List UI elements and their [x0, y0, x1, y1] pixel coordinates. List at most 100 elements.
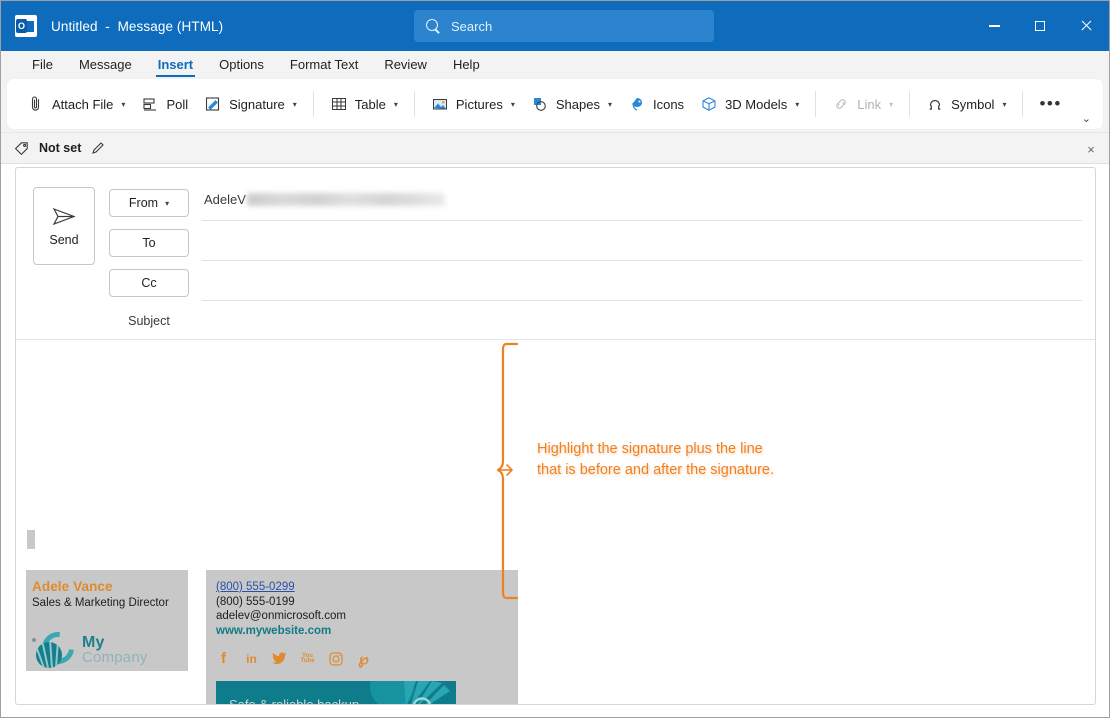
ribbon-shapes-label: Shapes [555, 96, 600, 112]
pictures-icon [431, 95, 449, 113]
search-placeholder: Search [451, 18, 493, 34]
close-button[interactable] [1063, 1, 1109, 51]
pencil-icon[interactable] [89, 139, 107, 157]
linkedin-icon[interactable]: in [244, 651, 259, 666]
cc-button-label: Cc [141, 276, 157, 290]
banner-decoration [370, 681, 450, 704]
to-field-underline [202, 260, 1082, 261]
signature-icon [204, 95, 222, 113]
chevron-down-icon: ▾ [1002, 99, 1007, 109]
ribbon-poll[interactable]: Poll [133, 90, 196, 118]
ribbon-3d-models[interactable]: 3D Models ▾ [692, 90, 807, 118]
sensitivity-close-button[interactable]: × [1083, 141, 1099, 157]
from-field[interactable]: AdeleV [204, 192, 445, 207]
search-icon [426, 18, 441, 34]
maximize-button[interactable] [1017, 1, 1063, 51]
company-logo: My Company [32, 625, 188, 671]
ribbon-attach-file[interactable]: Attach File ▾ [19, 90, 133, 118]
annotation-brace-icon [497, 342, 519, 600]
tab-format-text[interactable]: Format Text [277, 51, 371, 79]
compose-panel: Send From ▾ To Cc Subject AdeleV Adele V… [15, 167, 1096, 705]
facebook-icon[interactable]: f [216, 650, 231, 667]
send-button-label: Send [49, 232, 79, 247]
tab-options[interactable]: Options [206, 51, 277, 79]
signature-website[interactable]: www.mywebsite.com [216, 624, 518, 639]
send-button[interactable]: Send [33, 187, 95, 265]
chevron-down-icon: ▾ [393, 99, 398, 109]
sensitivity-label: Not set [39, 141, 82, 155]
send-arrow-icon [51, 206, 77, 228]
chevron-down-icon: ▾ [292, 99, 297, 109]
tab-file[interactable]: File [19, 51, 66, 79]
sensitivity-bar: Not set × [1, 132, 1109, 164]
to-button-label: To [142, 236, 156, 250]
shapes-icon [531, 95, 549, 113]
ribbon-separator [1022, 91, 1024, 117]
ribbon-icons-label: Icons [652, 96, 685, 112]
ribbon-poll-label: Poll [166, 96, 189, 112]
ribbon: Attach File ▾ Poll Signature ▾ Table ▾ P… [7, 79, 1103, 129]
window-title: Untitled - Message (HTML) [51, 18, 224, 34]
symbol-icon [926, 95, 944, 113]
signature-job-title: Sales & Marketing Director [32, 597, 169, 609]
ribbon-pictures[interactable]: Pictures ▾ [423, 90, 523, 118]
to-button[interactable]: To [109, 229, 189, 257]
signature-phone-primary[interactable]: (800) 555-0299 [216, 580, 518, 595]
ribbon-separator [909, 91, 911, 117]
cc-button[interactable]: Cc [109, 269, 189, 297]
ribbon-symbol[interactable]: Symbol ▾ [918, 90, 1014, 118]
tab-review[interactable]: Review [371, 51, 440, 79]
chevron-down-icon: ▾ [889, 99, 894, 109]
paperclip-icon [27, 95, 45, 113]
from-button[interactable]: From ▾ [109, 189, 189, 217]
youtube-icon[interactable]: You Tube [300, 651, 315, 666]
table-icon [330, 95, 348, 113]
company-logo-mark-icon [32, 625, 81, 671]
compose-header: Send From ▾ To Cc Subject AdeleV [16, 168, 1095, 340]
signature-banner-image: Safe & reliable backup We protect your b… [216, 681, 456, 704]
signature-name: Adele Vance [32, 579, 113, 594]
ribbon-table[interactable]: Table ▾ [322, 90, 406, 118]
ribbon-link-label: Link [857, 96, 882, 112]
ribbon-overflow-button[interactable]: ••• [1031, 94, 1069, 114]
search-input[interactable]: Search [414, 10, 714, 42]
selection-marker-before [27, 530, 35, 549]
signature-identity-block: Adele Vance Sales & Marketing Director M… [26, 570, 188, 671]
instagram-icon[interactable] [328, 651, 343, 666]
annotation-text: Highlight the signature plus the line th… [537, 441, 774, 478]
ribbon-overflow-label: ••• [1039, 94, 1062, 113]
tag-icon [13, 139, 31, 157]
cc-field-underline [202, 300, 1082, 301]
ribbon-shapes[interactable]: Shapes ▾ [523, 90, 620, 118]
ribbon-signature[interactable]: Signature ▾ [196, 90, 305, 118]
ribbon-background: Attach File ▾ Poll Signature ▾ Table ▾ P… [1, 79, 1109, 132]
signature-social-links: f in You Tube ℘ [216, 650, 518, 668]
chevron-down-icon: ▾ [607, 99, 612, 109]
ribbon-link[interactable]: Link ▾ [824, 90, 901, 118]
chevron-down-icon: ▾ [121, 99, 126, 109]
3d-models-icon [700, 95, 718, 113]
tab-message[interactable]: Message [66, 51, 145, 79]
title-bar: O Untitled - Message (HTML) Search [1, 1, 1109, 51]
signature-phone-secondary: (800) 555-0199 [216, 595, 295, 608]
twitter-icon[interactable] [272, 651, 287, 666]
tab-help[interactable]: Help [440, 51, 493, 79]
pinterest-icon[interactable]: ℘ [356, 651, 371, 668]
ribbon-separator [413, 91, 415, 117]
ribbon-collapse-button[interactable]: ⌄ [1082, 112, 1091, 125]
ribbon-table-label: Table [354, 96, 386, 112]
tab-insert[interactable]: Insert [145, 51, 206, 79]
from-button-label: From [128, 196, 159, 210]
ribbon-icons[interactable]: Icons [620, 90, 692, 118]
minimize-button[interactable] [971, 1, 1017, 51]
subject-label: Subject [128, 314, 170, 328]
outlook-icon: O [15, 15, 37, 37]
window-controls [971, 1, 1109, 51]
outlook-compose-window: O Untitled - Message (HTML) Search File … [0, 0, 1110, 718]
link-icon [832, 95, 850, 113]
logo-company-text: Company [82, 649, 148, 666]
message-body[interactable]: Adele Vance Sales & Marketing Director M… [16, 340, 1095, 704]
ribbon-separator [312, 91, 314, 117]
chevron-down-icon: ▾ [165, 198, 170, 208]
signature-email: adelev@onmicrosoft.com [216, 610, 346, 622]
